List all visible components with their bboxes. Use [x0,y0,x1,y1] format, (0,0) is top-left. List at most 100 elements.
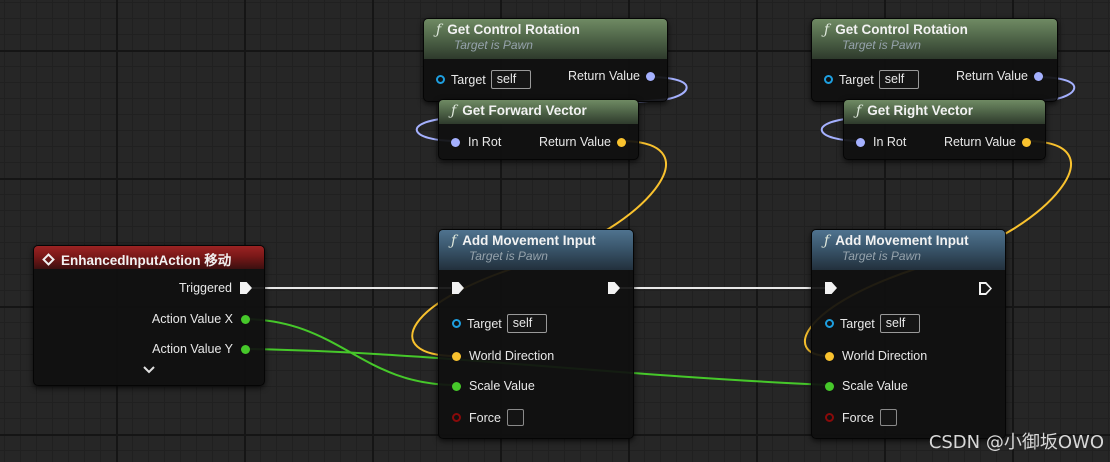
target-pin-row[interactable]: Target self [436,70,531,89]
in-rot-pin-row[interactable]: In Rot [451,135,501,149]
get-right-vector-node[interactable]: ƒ Get Right Vector In Rot Return Value [843,99,1046,160]
target-pin-row[interactable]: Target self [824,70,919,89]
node-header: ƒ Add Movement Input Target is Pawn [812,230,1005,270]
target-self-field[interactable]: self [878,70,919,89]
get-control-rotation-node-1[interactable]: ƒ Get Control Rotation Target is Pawn Tar… [423,18,668,102]
scale-value-pin-row[interactable]: Scale Value [825,379,908,393]
function-icon: ƒ [824,233,830,249]
world-direction-pin[interactable] [825,351,834,361]
return-value-label: Return Value [955,69,1028,83]
world-direction-label: World Direction [842,349,928,363]
node-title-text: Add Movement Input [462,233,596,248]
scale-value-pin[interactable] [452,381,461,391]
node-subtitle: Target is Pawn [842,249,921,263]
node-header: ƒ Get Forward Vector [439,100,638,124]
return-value-label: Return Value [567,69,640,83]
world-direction-pin-row[interactable]: World Direction [452,349,554,363]
action-value-x-label: Action Value X [151,312,233,326]
exec-in-pin-row[interactable] [452,282,464,294]
force-pin[interactable] [825,413,834,422]
force-checkbox[interactable] [879,409,897,426]
return-value-pin[interactable] [1034,71,1043,81]
triggered-exec-pin[interactable] [240,282,252,294]
enhanced-input-action-node[interactable]: EnhancedInputAction 移动 Triggered Action … [33,245,265,386]
target-pin-row[interactable]: Target self [452,314,547,333]
add-movement-input-node-2[interactable]: ƒ Add Movement Input Target is Pawn Targe… [811,229,1006,439]
exec-out-pin[interactable] [608,282,620,294]
return-value-pin-row[interactable]: Return Value [956,69,1043,83]
node-title: EnhancedInputAction 移动 [42,249,256,269]
target-self-field[interactable]: self [490,70,531,89]
return-value-pin-row[interactable]: Return Value [568,69,655,83]
action-value-x-pin-row[interactable]: Action Value X [152,312,250,326]
exec-out-pin-row[interactable] [979,282,992,295]
scale-value-label: Scale Value [842,379,908,393]
exec-in-pin-row[interactable] [825,282,837,294]
return-value-pin[interactable] [646,71,655,81]
force-pin-row[interactable]: Force [825,409,897,426]
force-pin[interactable] [452,413,461,422]
node-title: ƒ Add Movement Input [824,233,997,249]
exec-in-pin[interactable] [452,282,464,294]
node-subtitle: Target is Pawn [469,249,548,263]
target-pin[interactable] [824,75,833,84]
node-subtitle: Target is Pawn [842,38,921,52]
return-value-pin-row[interactable]: Return Value [944,135,1031,149]
node-title: ƒ Get Right Vector [856,103,1037,119]
target-pin[interactable] [436,75,445,84]
node-title: ƒ Get Forward Vector [451,103,630,119]
node-title: ƒ Add Movement Input [451,233,625,249]
scale-value-pin[interactable] [825,381,834,391]
node-header: ƒ Get Control Rotation Target is Pawn [812,19,1057,59]
force-pin-row[interactable]: Force [452,409,524,426]
function-icon: ƒ [824,22,830,38]
target-label: Target [839,72,874,87]
return-value-pin[interactable] [617,137,626,147]
add-movement-input-node-1[interactable]: ƒ Add Movement Input Target is Pawn Targe… [438,229,634,439]
force-checkbox[interactable] [506,409,524,426]
target-pin[interactable] [452,319,461,328]
node-title-text: EnhancedInputAction 移动 [61,253,232,268]
exec-in-pin[interactable] [825,282,837,294]
triggered-pin-row[interactable]: Triggered [179,281,252,295]
triggered-label: Triggered [178,281,232,295]
target-pin[interactable] [825,319,834,328]
function-icon: ƒ [451,233,457,249]
node-title-text: Get Control Rotation [447,22,580,37]
force-label: Force [842,410,874,425]
action-value-y-pin-row[interactable]: Action Value Y [152,342,250,356]
return-value-pin[interactable] [1022,137,1031,147]
world-direction-pin-row[interactable]: World Direction [825,349,927,363]
watermark: CSDN @小御坂OWO [928,432,1104,453]
exec-out-pin[interactable] [979,282,992,295]
node-title-text: Get Forward Vector [462,103,587,118]
target-self-field[interactable]: self [506,314,547,333]
in-rot-pin[interactable] [856,137,865,147]
get-forward-vector-node[interactable]: ƒ Get Forward Vector In Rot Return Value [438,99,639,160]
action-value-x-pin[interactable] [241,314,250,324]
node-header: ƒ Get Control Rotation Target is Pawn [424,19,667,59]
float-wire-y-to-ami1 [241,318,457,386]
chevron-down-icon[interactable] [142,363,156,378]
target-label: Target [467,316,502,331]
action-value-y-label: Action Value Y [152,342,233,356]
target-self-field[interactable]: self [879,314,920,333]
force-label: Force [469,410,501,425]
return-value-pin-row[interactable]: Return Value [539,135,626,149]
target-label: Target [840,316,875,331]
get-control-rotation-node-2[interactable]: ƒ Get Control Rotation Target is Pawn Tar… [811,18,1058,102]
return-value-label: Return Value [538,135,611,149]
node-header: ƒ Get Right Vector [844,100,1045,124]
node-title: ƒ Get Control Rotation [824,22,1049,38]
in-rot-label: In Rot [468,135,502,149]
in-rot-pin-row[interactable]: In Rot [856,135,906,149]
node-title: ƒ Get Control Rotation [436,22,659,38]
in-rot-pin[interactable] [451,137,460,147]
node-header: ƒ Add Movement Input Target is Pawn [439,230,633,270]
exec-out-pin-row[interactable] [608,282,620,294]
world-direction-pin[interactable] [452,351,461,361]
target-pin-row[interactable]: Target self [825,314,920,333]
action-value-y-pin[interactable] [241,344,250,354]
node-title-text: Get Control Rotation [835,22,968,37]
scale-value-pin-row[interactable]: Scale Value [452,379,535,393]
